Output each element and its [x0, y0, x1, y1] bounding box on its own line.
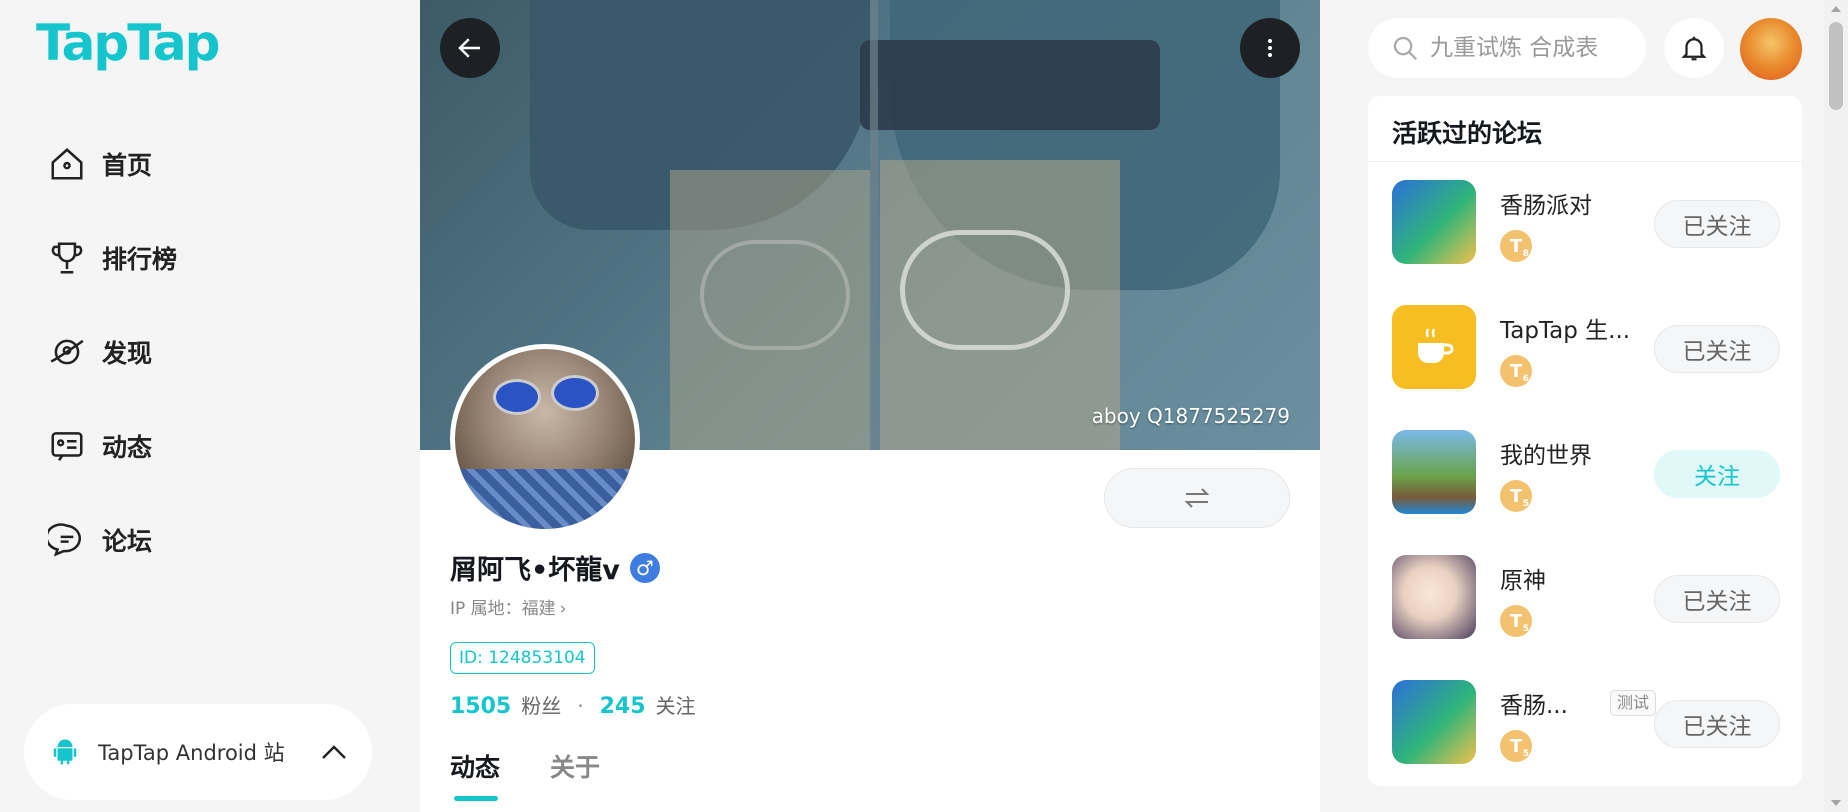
forum-name[interactable]: 香肠... — [1500, 686, 1568, 720]
profile-avatar[interactable] — [450, 344, 640, 534]
level-number: 8 — [1522, 249, 1529, 259]
level-number: 5 — [1522, 499, 1529, 509]
search-icon — [1393, 36, 1418, 61]
level-badge-icon: T6 — [1500, 355, 1532, 387]
nav-label-discover: 发现 — [102, 339, 153, 368]
search-box[interactable] — [1368, 18, 1646, 78]
chevron-up-icon[interactable] — [320, 742, 348, 762]
android-site-label: TapTap Android 站 — [98, 741, 285, 765]
minecraft-icon[interactable] — [1392, 430, 1476, 514]
left-sidebar: TapTap 首页 排行榜 发现 动态 论坛 TapTap Android 站 — [0, 0, 420, 812]
nav-label-feed: 动态 — [102, 433, 153, 462]
followed-button[interactable]: 已关注 — [1654, 325, 1780, 373]
level-badge-icon: T5 — [1500, 730, 1532, 762]
level-badge-icon: T5 — [1500, 480, 1532, 512]
ip-location-text: IP 属地：福建 — [450, 599, 556, 619]
taptap-logo[interactable]: TapTap — [36, 14, 220, 72]
fans-count[interactable]: 1505 — [450, 694, 511, 719]
scrollbar-thumb[interactable] — [1829, 22, 1843, 110]
arrow-left-icon — [458, 38, 480, 58]
forum-item[interactable]: 香肠派对 T8 已关注 — [1392, 180, 1782, 264]
follow-stats: 1505 粉丝 · 245 关注 — [450, 690, 696, 719]
active-forums-card: 活跃过的论坛 香肠派对 T8 已关注 TapTap 生... T6 已关注 我的… — [1368, 96, 1802, 786]
user-id-badge[interactable]: ID: 124853104 — [450, 642, 595, 674]
cup-icon — [1418, 328, 1454, 363]
male-icon: ♂ — [629, 552, 660, 583]
level-number: 5 — [1522, 749, 1529, 759]
genshin-impact-icon[interactable] — [1392, 555, 1476, 639]
follow-button[interactable]: 关注 — [1654, 450, 1780, 498]
followed-button[interactable]: 已关注 — [1654, 575, 1780, 623]
search-input[interactable] — [1430, 35, 1620, 61]
feed-icon — [51, 432, 83, 461]
test-tag: 测试 — [1610, 690, 1657, 716]
fans-label[interactable]: 粉丝 — [521, 690, 561, 719]
page-scrollbar[interactable] — [1824, 0, 1848, 812]
user-avatar[interactable] — [1740, 18, 1802, 80]
forum-name[interactable]: 香肠派对 — [1500, 186, 1592, 220]
username: 屑阿飞•坏龍v ♂ — [450, 548, 660, 587]
active-forums-title: 活跃过的论坛 — [1368, 96, 1802, 162]
forum-item[interactable]: 我的世界 T5 关注 — [1392, 430, 1782, 514]
followed-button[interactable]: 已关注 — [1654, 200, 1780, 248]
forum-name[interactable]: 原神 — [1500, 561, 1546, 595]
following-count[interactable]: 245 — [600, 694, 646, 719]
android-icon — [53, 739, 77, 765]
nav-label-home: 首页 — [102, 151, 153, 180]
tab-about[interactable]: 关于 — [550, 748, 600, 784]
forum-item[interactable]: 原神 T5 已关注 — [1392, 555, 1782, 639]
nav-label-forum: 论坛 — [102, 527, 153, 556]
planet-icon — [50, 339, 84, 365]
right-panel: 活跃过的论坛 香肠派对 T8 已关注 TapTap 生... T6 已关注 我的… — [1320, 0, 1824, 812]
switch-button[interactable] — [1104, 468, 1290, 528]
following-label[interactable]: 关注 — [656, 690, 696, 719]
nav-item-forum[interactable]: 论坛 — [48, 516, 177, 564]
forum-icon — [48, 523, 82, 557]
forum-name[interactable]: 我的世界 — [1500, 436, 1592, 470]
android-site-switcher[interactable]: TapTap Android 站 — [24, 704, 372, 800]
level-badge-icon: T8 — [1500, 230, 1532, 262]
swap-icon — [1184, 488, 1210, 508]
notifications-button[interactable] — [1664, 18, 1724, 78]
coffee-cup-icon[interactable] — [1392, 305, 1476, 389]
followed-button[interactable]: 已关注 — [1654, 700, 1780, 748]
separator-dot: · — [577, 694, 584, 718]
forum-item[interactable]: TapTap 生... T6 已关注 — [1392, 305, 1782, 389]
tab-feed[interactable]: 动态 — [450, 748, 500, 801]
profile-main: aboy Q1877525279 屑阿飞•坏龍v ♂ IP 属地：福建 › ID:… — [420, 0, 1320, 812]
nav-item-ranking[interactable]: 排行榜 — [48, 234, 177, 282]
level-number: 5 — [1522, 624, 1529, 634]
ip-location[interactable]: IP 属地：福建 › — [450, 594, 566, 619]
level-badge-icon: T5 — [1500, 605, 1532, 637]
home-icon — [51, 148, 83, 180]
scroll-down-icon[interactable] — [1831, 800, 1841, 806]
more-options-button[interactable] — [1240, 18, 1300, 78]
scroll-up-icon[interactable] — [1831, 6, 1841, 12]
forum-name[interactable]: TapTap 生... — [1500, 311, 1630, 345]
level-number: 6 — [1522, 374, 1529, 384]
forum-item[interactable]: 香肠... 测试 T5 已关注 — [1392, 680, 1782, 764]
nav-item-home[interactable]: 首页 — [48, 140, 177, 188]
banner-watermark: aboy Q1877525279 — [1091, 404, 1290, 428]
profile-tabs: 动态 关于 — [450, 748, 650, 801]
username-text: 屑阿飞•坏龍v — [450, 555, 620, 586]
bell-icon — [1681, 36, 1707, 61]
nav-item-feed[interactable]: 动态 — [48, 422, 177, 470]
back-button[interactable] — [440, 18, 500, 78]
sausage-party-icon[interactable] — [1392, 180, 1476, 264]
nav-label-ranking: 排行榜 — [102, 245, 178, 274]
nav-item-discover[interactable]: 发现 — [48, 328, 177, 376]
trophy-icon — [51, 242, 83, 274]
main-nav: 首页 排行榜 发现 动态 论坛 — [48, 140, 177, 610]
more-vertical-icon — [1268, 39, 1272, 57]
chevron-right-icon: › — [559, 599, 567, 619]
sausage-party-test-icon[interactable] — [1392, 680, 1476, 764]
